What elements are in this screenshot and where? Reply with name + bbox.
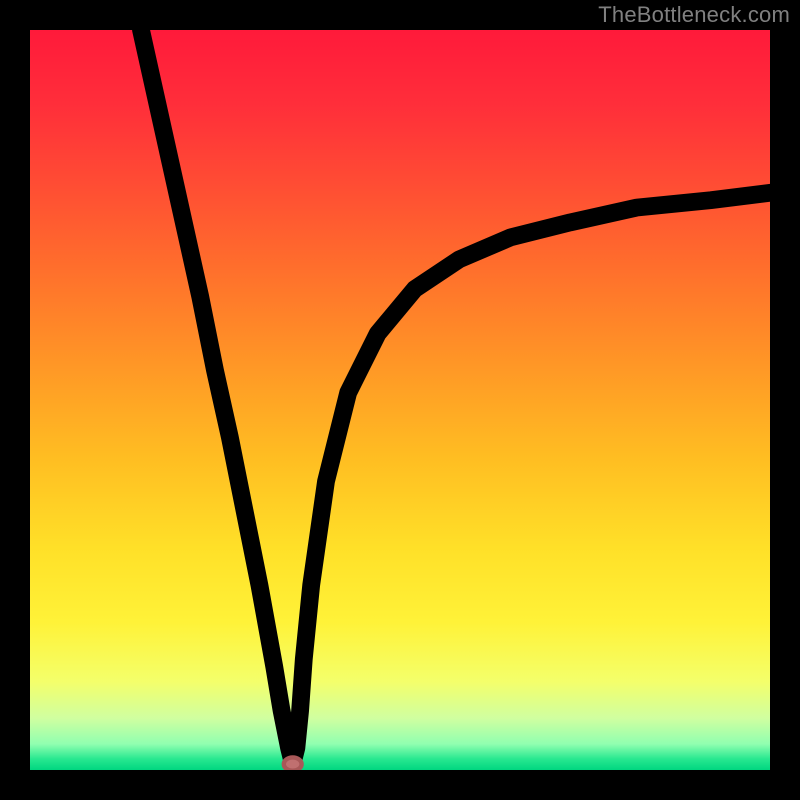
bottleneck-curve	[141, 30, 770, 763]
plot-area	[30, 30, 770, 770]
optimum-marker	[284, 757, 302, 770]
chart-frame: TheBottleneck.com	[0, 0, 800, 800]
watermark-text: TheBottleneck.com	[598, 2, 790, 28]
curve-layer	[30, 30, 770, 770]
